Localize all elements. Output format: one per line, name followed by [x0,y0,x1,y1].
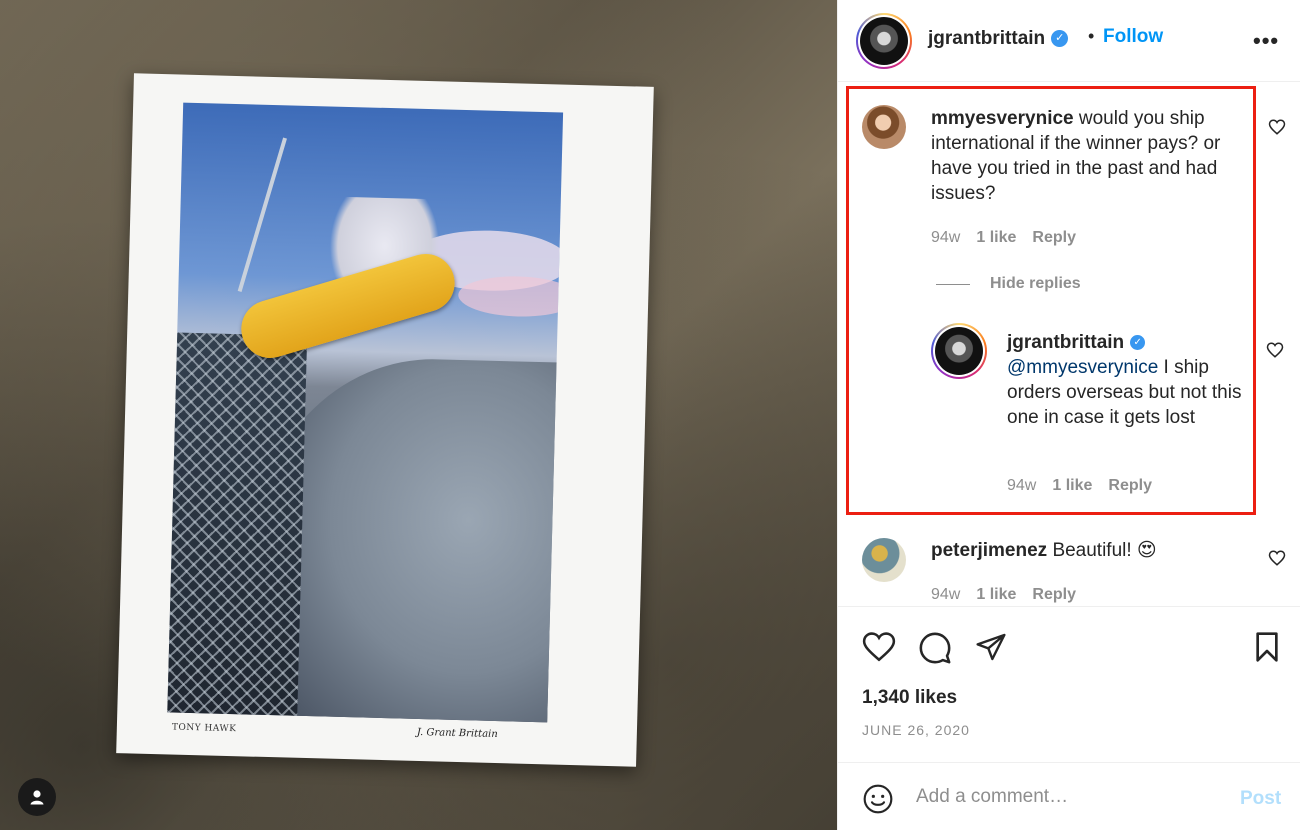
skateboard-photo [167,102,564,723]
post-header: jgrantbrittain ✓ • Follow ••• [838,0,1300,82]
person-icon[interactable] [18,778,56,816]
comment-reply-button[interactable]: Reply [1032,586,1076,604]
hide-replies-toggle[interactable]: Hide replies [936,275,1081,293]
add-comment-bar: Post [838,762,1300,830]
heart-icon[interactable] [862,631,896,663]
comment-icon[interactable] [918,631,952,665]
reply-meta: 94w 1 like Reply [1007,477,1152,495]
more-horizontal-icon[interactable]: ••• [1253,28,1279,54]
comment-like-count[interactable]: 1 like [976,229,1016,247]
reply-time[interactable]: 94w [1007,477,1036,495]
comment-username[interactable]: mmyesverynice [931,108,1074,129]
comment-meta: 94w 1 like Reply [931,229,1076,247]
follow-button[interactable]: Follow [1103,26,1163,48]
bookmark-icon[interactable] [1252,631,1282,663]
comment-time[interactable]: 94w [931,229,960,247]
post-actions: 1,340 likes JUNE 26, 2020 [838,606,1300,760]
comment-body: peterjimenez Beautiful! 😍 [931,538,1243,563]
commenter-avatar[interactable] [862,538,906,582]
likes-count[interactable]: 1,340 likes [862,687,957,709]
post-side-panel: jgrantbrittain ✓ • Follow ••• mmyesveryni… [837,0,1300,830]
verified-badge-icon: ✓ [1130,335,1146,351]
print-caption: TONY HAWK [171,722,237,735]
reply-username[interactable]: jgrantbrittain [1007,332,1124,353]
reply-mention-link[interactable]: @mmyesverynice [1007,357,1158,378]
author-username[interactable]: jgrantbrittain ✓ [928,28,1069,50]
author-avatar[interactable] [856,13,912,69]
hide-replies-label: Hide replies [990,275,1081,292]
comment-input[interactable] [916,781,1216,813]
replies-divider-line [936,283,970,285]
print-signature: J. Grant Brittain [416,726,498,741]
comment-like-count[interactable]: 1 like [976,586,1016,604]
comment-reply-button[interactable]: Reply [1032,229,1076,247]
emoji-icon[interactable] [862,783,894,815]
comment-like-heart-icon[interactable] [1268,118,1286,136]
commenter-avatar[interactable] [862,105,906,149]
post-photo[interactable]: TONY HAWK J. Grant Brittain [0,0,837,830]
reply-author-avatar[interactable] [931,323,987,379]
comment-text: Beautiful! 😍 [1052,540,1157,561]
reply-like-count[interactable]: 1 like [1052,477,1092,495]
reply-body: jgrantbrittain ✓ @mmyesverynice I ship or… [1007,330,1242,430]
post-date: JUNE 26, 2020 [862,722,970,738]
verified-badge-icon: ✓ [1051,30,1069,48]
comment-meta: 94w 1 like Reply [931,586,1076,604]
reply-like-heart-icon[interactable] [1266,341,1284,359]
comment-username[interactable]: peterjimenez [931,540,1047,561]
post-comment-button[interactable]: Post [1240,788,1281,810]
photo-print: TONY HAWK J. Grant Brittain [116,73,654,767]
comment-time[interactable]: 94w [931,586,960,604]
comments-list[interactable]: mmyesverynice would you ship internation… [838,83,1300,605]
reply-reply-button[interactable]: Reply [1108,477,1152,495]
comment-body: mmyesverynice would you ship internation… [931,106,1243,206]
paper-plane-icon[interactable] [974,631,1008,663]
comment-like-heart-icon[interactable] [1268,549,1286,567]
header-separator: • [1088,26,1095,46]
author-username-text[interactable]: jgrantbrittain [928,28,1045,49]
